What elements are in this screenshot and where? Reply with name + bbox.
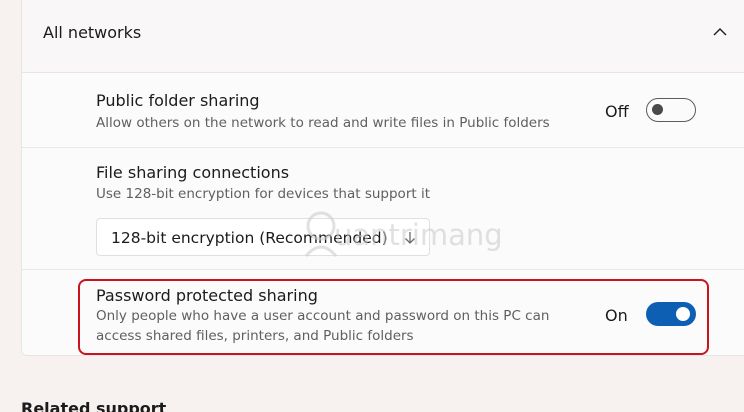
public-folder-sharing-title: Public folder sharing bbox=[96, 91, 260, 110]
all-networks-header[interactable]: All networks bbox=[22, 0, 744, 73]
public-folder-sharing-state: Off bbox=[605, 102, 629, 121]
chevron-up-icon[interactable] bbox=[712, 24, 728, 40]
toggle-knob bbox=[652, 104, 663, 115]
file-sharing-connections-title: File sharing connections bbox=[96, 163, 290, 182]
section-title: All networks bbox=[43, 23, 142, 42]
public-folder-sharing-description: Allow others on the network to read and … bbox=[96, 115, 550, 131]
watermark-text: uantrimang bbox=[334, 218, 503, 252]
watermark: uantrimang bbox=[300, 208, 525, 278]
public-folder-sharing-toggle[interactable] bbox=[646, 98, 696, 122]
related-support-title: Related support bbox=[21, 399, 167, 412]
file-sharing-connections-description: Use 128-bit encryption for devices that … bbox=[96, 186, 430, 202]
highlight-box bbox=[78, 279, 709, 355]
public-folder-sharing-row: Public folder sharing Allow others on th… bbox=[22, 74, 744, 148]
